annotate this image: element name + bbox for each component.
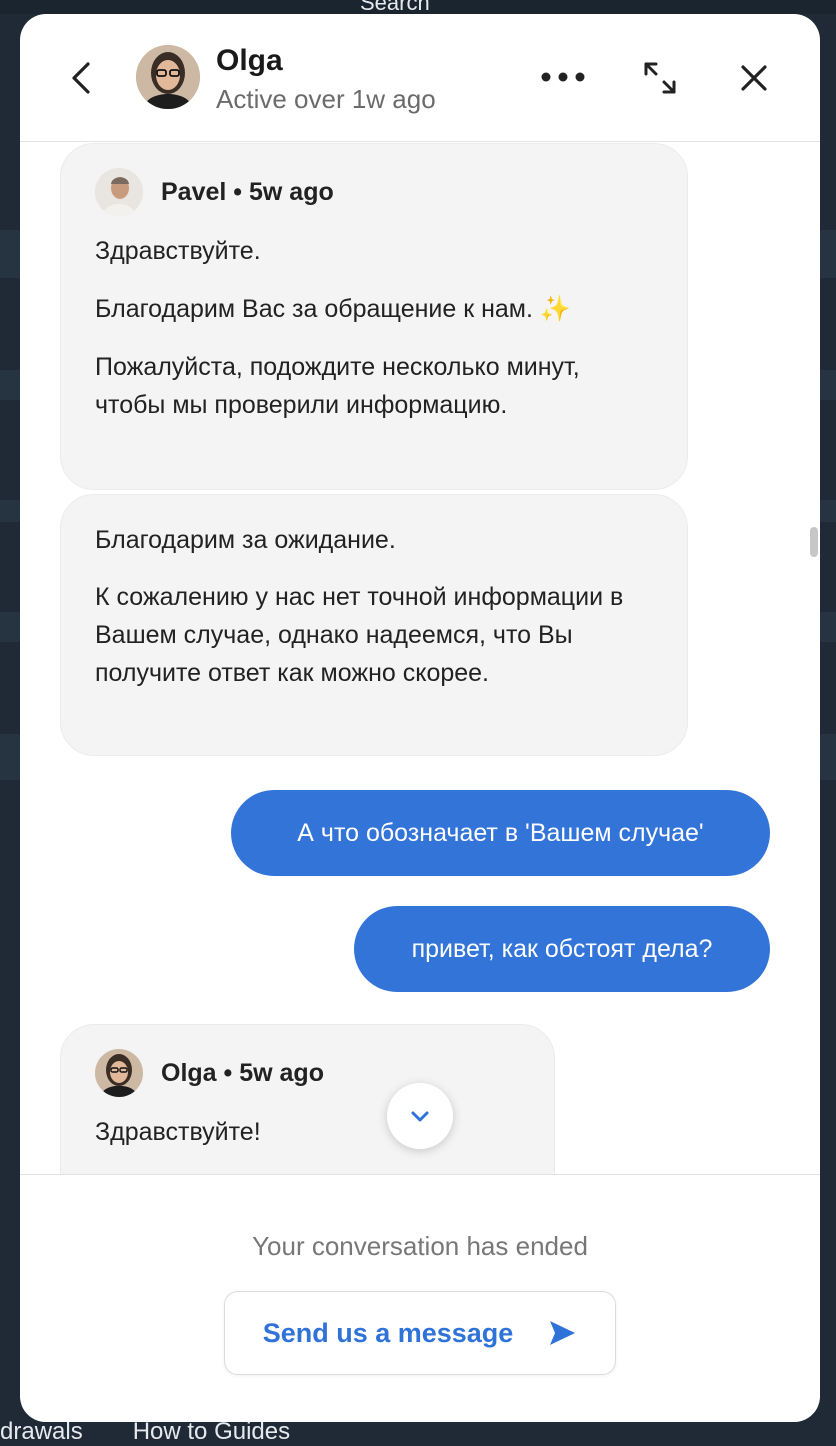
agent-status: Active over 1w ago <box>216 84 436 114</box>
chat-widget: Olga Active over 1w ago Pavel • 5w ago З… <box>20 14 820 1422</box>
message-text: Здравствуйте! <box>95 1118 261 1146</box>
more-dots-icon <box>541 72 585 82</box>
chat-footer: Your conversation has ended Send us a me… <box>20 1174 820 1422</box>
incoming-message: Olga • 5w ago Здравствуйте! <box>60 1024 555 1174</box>
scroll-to-bottom-button[interactable] <box>387 1083 453 1149</box>
sender-avatar <box>95 1049 143 1097</box>
incoming-message: Pavel • 5w ago Здравствуйте. Благодарим … <box>60 143 688 490</box>
more-options-button[interactable] <box>538 62 588 92</box>
expand-button[interactable] <box>640 58 680 98</box>
message-text: Пожалуйста, подождите несколько минут, ч… <box>95 353 580 419</box>
send-arrow-icon <box>550 1321 576 1345</box>
close-icon <box>741 65 767 91</box>
background-link-withdrawals[interactable]: drawals <box>0 1418 83 1446</box>
sender-row: Pavel • 5w ago <box>95 168 653 216</box>
outgoing-message: привет, как обстоят дела? <box>354 906 770 992</box>
sender-name: Pavel <box>161 178 227 206</box>
incoming-message: Благодарим за ожидание. К сожалению у на… <box>60 494 688 756</box>
chevron-down-icon <box>411 1111 429 1122</box>
agent-name: Olga <box>216 44 283 77</box>
agent-avatar <box>136 45 200 109</box>
sender-avatar <box>95 168 143 216</box>
background-link-guides[interactable]: How to Guides <box>133 1418 290 1446</box>
outgoing-message: А что обозначает в 'Вашем случае' <box>231 790 770 876</box>
message-text: Здравствуйте. <box>95 237 261 265</box>
sender-meta: Olga • 5w ago <box>161 1059 324 1087</box>
background-bottom-links: drawals How to Guides <box>0 1418 290 1446</box>
sender-name: Olga <box>161 1059 217 1087</box>
conversation-ended-text: Your conversation has ended <box>252 1231 588 1261</box>
chat-header: Olga Active over 1w ago <box>20 14 820 142</box>
back-button[interactable] <box>62 58 102 98</box>
back-arrow-icon <box>72 62 90 94</box>
sender-row: Olga • 5w ago <box>95 1049 520 1097</box>
message-text: А что обозначает в 'Вашем случае' <box>297 818 704 847</box>
message-time: 5w ago <box>249 178 334 206</box>
expand-icon <box>644 62 676 94</box>
scrollbar-thumb[interactable] <box>810 527 818 557</box>
message-time: 5w ago <box>239 1059 324 1087</box>
sender-meta: Pavel • 5w ago <box>161 178 334 206</box>
send-message-label: Send us a message <box>262 1317 514 1348</box>
message-text: Благодарим Вас за обращение к нам. ✨ <box>95 295 572 323</box>
message-text: привет, как обстоят дела? <box>411 934 713 963</box>
message-thread[interactable]: Pavel • 5w ago Здравствуйте. Благодарим … <box>20 143 820 1174</box>
send-message-button[interactable]: Send us a message <box>224 1291 616 1375</box>
message-text: Благодарим за ожидание. <box>95 526 396 554</box>
message-text: К сожалению у нас нет точной информации … <box>95 583 624 687</box>
close-button[interactable] <box>736 60 772 96</box>
